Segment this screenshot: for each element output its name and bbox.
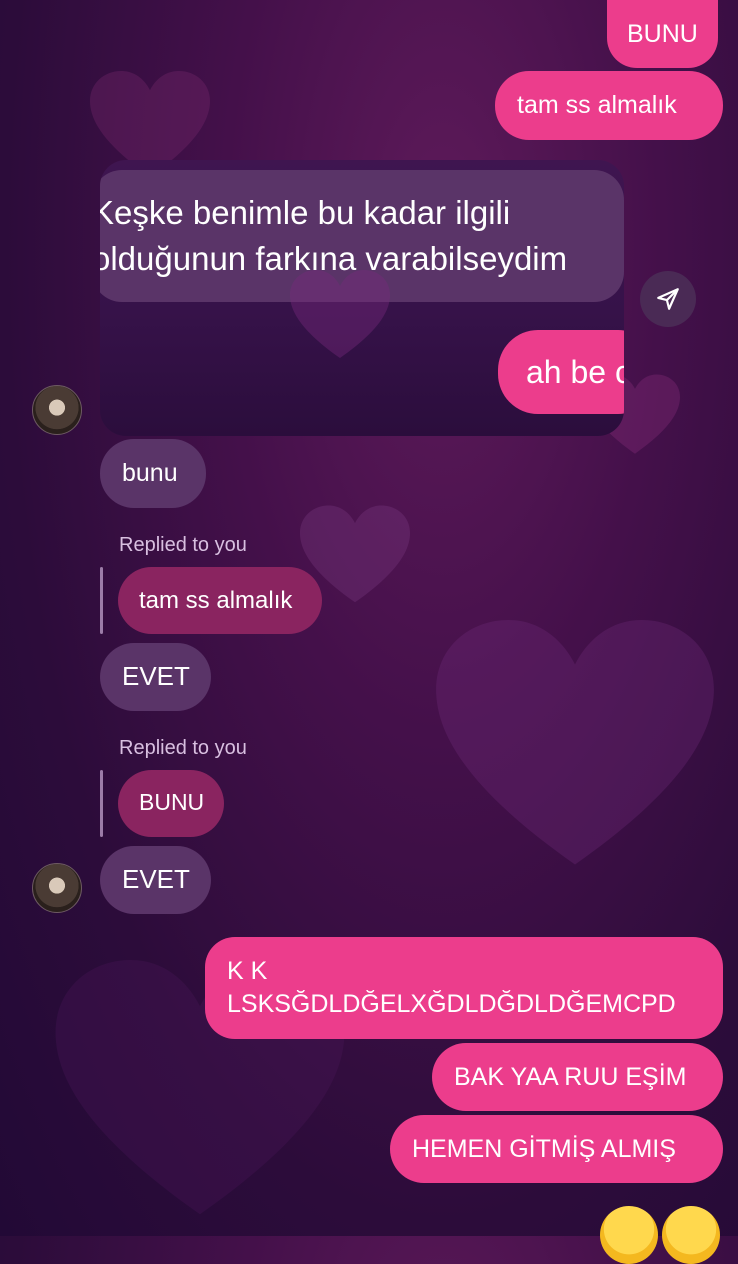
story-line: Keşke benimle bu kadar ilgili: [100, 194, 511, 231]
heart-eyes-emoji: [600, 1206, 658, 1264]
message-incoming[interactable]: EVET: [100, 643, 211, 711]
message-text: HEMEN GİTMİŞ ALMIŞ: [412, 1135, 676, 1163]
send-icon: [657, 288, 679, 310]
share-button[interactable]: [640, 271, 696, 327]
heart-eyes-emoji: [662, 1206, 720, 1264]
quoted-message[interactable]: tam ss almalık: [118, 567, 322, 634]
avatar[interactable]: [32, 863, 82, 913]
message-text: BAK YAA RUU EŞİM: [454, 1063, 687, 1091]
reply-bar: [100, 770, 103, 837]
background-heart: [290, 270, 390, 358]
replied-to-you-label: Replied to you: [119, 737, 247, 759]
replied-to-you-label: Replied to you: [119, 534, 247, 556]
story-reply-bubble: ah be c: [498, 330, 624, 414]
message-text: LSKSĞDLDĞELXĞDLDĞDLDĞEMCPD: [227, 990, 676, 1018]
message-outgoing[interactable]: tam ss almalık: [495, 71, 723, 140]
message-outgoing[interactable]: HEMEN GİTMİŞ ALMIŞ: [390, 1115, 723, 1183]
message-incoming[interactable]: bunu: [100, 439, 206, 508]
message-text: EVET: [122, 661, 190, 691]
avatar[interactable]: [32, 385, 82, 435]
message-text: BUNU: [627, 20, 698, 48]
message-outgoing[interactable]: K K LSKSĞDLDĞELXĞDLDĞDLDĞEMCPD: [205, 937, 723, 1039]
message-text: bunu: [122, 459, 178, 487]
message-text: ah be c: [526, 354, 624, 390]
message-outgoing[interactable]: BUNU: [607, 0, 718, 68]
message-text: tam ss almalık: [517, 91, 677, 119]
quoted-message[interactable]: BUNU: [118, 770, 224, 837]
message-text: EVET: [122, 864, 190, 894]
message-outgoing[interactable]: BAK YAA RUU EŞİM: [432, 1043, 723, 1111]
background-heart: [436, 620, 714, 865]
message-incoming[interactable]: EVET: [100, 846, 211, 914]
message-text: BUNU: [139, 789, 205, 815]
message-text: K K: [227, 957, 268, 985]
reply-bar: [100, 567, 103, 634]
shared-story-card[interactable]: Keşke benimle bu kadar ilgili olduğunun …: [100, 160, 624, 436]
message-text: tam ss almalık: [139, 587, 293, 614]
